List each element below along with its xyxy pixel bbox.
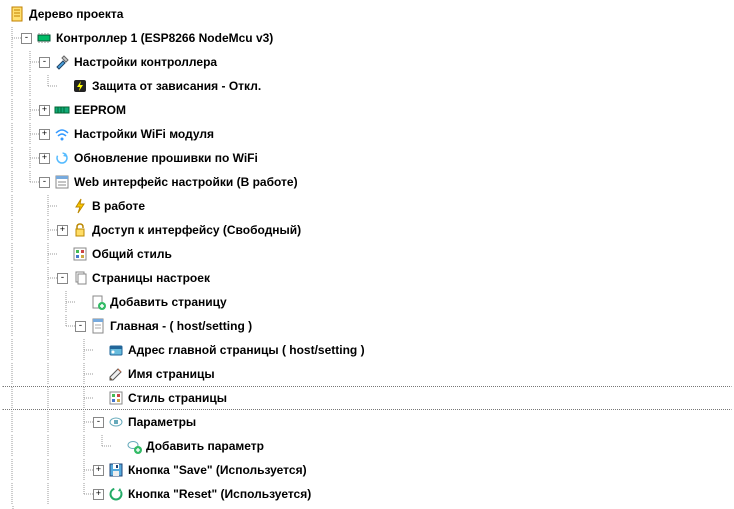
row-label: Доступ к интерфейсу (Свободный) xyxy=(92,223,301,237)
tree-row[interactable]: - Настройки контроллера xyxy=(2,50,732,74)
params-icon xyxy=(108,414,124,430)
tree-row-selected[interactable]: Стиль страницы xyxy=(2,386,732,410)
row-label: Главная - ( host/setting ) xyxy=(110,319,252,333)
update-icon xyxy=(54,150,70,166)
tree-row[interactable]: + EEPROM xyxy=(2,98,732,122)
tree-row[interactable]: Имя страницы xyxy=(2,362,732,386)
pages-icon xyxy=(72,270,88,286)
tree-row[interactable]: Адрес главной страницы ( host/setting ) xyxy=(2,338,732,362)
row-label: Добавить параметр xyxy=(146,439,264,453)
style-icon xyxy=(108,390,124,406)
reset-icon xyxy=(108,486,124,502)
row-label: Кнопка "Save" (Используется) xyxy=(128,463,307,477)
tree-row[interactable]: В работе xyxy=(2,194,732,218)
row-label: Кнопка "Reset" (Используется) xyxy=(128,487,311,501)
row-label: Защита от зависания - Откл. xyxy=(92,79,261,93)
address-icon xyxy=(108,342,124,358)
row-label: Добавить страницу xyxy=(110,295,227,309)
row-label: EEPROM xyxy=(74,103,126,117)
tree-row[interactable]: Защита от зависания - Откл. xyxy=(2,74,732,98)
save-icon xyxy=(108,462,124,478)
edit-icon xyxy=(108,366,124,382)
tree-row[interactable]: - Страницы настроек xyxy=(2,266,732,290)
form-icon xyxy=(54,174,70,190)
toggle-plus[interactable]: + xyxy=(39,105,50,116)
row-label: Страницы настроек xyxy=(92,271,210,285)
tree-row-controller[interactable]: - Контроллер 1 (ESP8266 NodeMcu v3) xyxy=(2,26,732,50)
toggle-plus[interactable]: + xyxy=(57,225,68,236)
toggle-minus[interactable]: - xyxy=(39,57,50,68)
page-icon xyxy=(90,318,106,334)
row-label: Стиль страницы xyxy=(128,391,227,405)
style-icon xyxy=(72,246,88,262)
project-tree: Дерево проекта - Контроллер 1 (ESP8266 N… xyxy=(0,0,734,509)
toggle-minus[interactable]: - xyxy=(57,273,68,284)
row-label: Обновление прошивки по WiFi xyxy=(74,151,258,165)
tree-row[interactable]: - Главная - ( host/setting ) xyxy=(2,314,732,338)
toggle-plus[interactable]: + xyxy=(93,489,104,500)
toggle-minus[interactable]: - xyxy=(21,33,32,44)
toggle-minus[interactable]: - xyxy=(93,417,104,428)
tree-row[interactable]: Добавить параметр xyxy=(2,434,732,458)
eeprom-icon xyxy=(54,102,70,118)
add-page-icon xyxy=(90,294,106,310)
toggle-plus[interactable]: + xyxy=(93,465,104,476)
add-param-icon xyxy=(126,438,142,454)
tree-row[interactable]: + Доступ к интерфейсу (Свободный) xyxy=(2,218,732,242)
row-label: Параметры xyxy=(128,415,196,429)
row-label: Дерево проекта xyxy=(29,7,123,21)
toggle-plus[interactable]: + xyxy=(39,129,50,140)
bolt-icon xyxy=(72,78,88,94)
tree-row-root[interactable]: Дерево проекта xyxy=(2,2,732,26)
row-label: В работе xyxy=(92,199,145,213)
row-label: Настройки контроллера xyxy=(74,55,217,69)
tree-row[interactable]: Общий стиль xyxy=(2,242,732,266)
toggle-minus[interactable]: - xyxy=(75,321,86,332)
tree-row[interactable]: + Обновление прошивки по WiFi xyxy=(2,146,732,170)
tree-row[interactable]: + Настройки WiFi модуля xyxy=(2,122,732,146)
row-label: Имя страницы xyxy=(128,367,215,381)
toggle-plus[interactable]: + xyxy=(39,153,50,164)
tree-row[interactable]: Добавить страницу xyxy=(2,290,732,314)
tree-row[interactable]: + Кнопка "Reset" (Используется) xyxy=(2,482,732,506)
bolt2-icon xyxy=(72,198,88,214)
tree-icon xyxy=(9,6,25,22)
row-label: Общий стиль xyxy=(92,247,172,261)
tools-icon xyxy=(54,54,70,70)
toggle-minus[interactable]: - xyxy=(39,177,50,188)
tree-row[interactable]: - Параметры xyxy=(2,410,732,434)
tree-row[interactable]: - Web интерфейс настройки (В работе) xyxy=(2,170,732,194)
lock-icon xyxy=(72,222,88,238)
row-label: Web интерфейс настройки (В работе) xyxy=(74,175,298,189)
row-label: Контроллер 1 (ESP8266 NodeMcu v3) xyxy=(56,31,273,45)
chip-icon xyxy=(36,30,52,46)
tree-row[interactable]: + Кнопка "Save" (Используется) xyxy=(2,458,732,482)
row-label: Адрес главной страницы ( host/setting ) xyxy=(128,343,365,357)
wifi-icon xyxy=(54,126,70,142)
row-label: Настройки WiFi модуля xyxy=(74,127,214,141)
